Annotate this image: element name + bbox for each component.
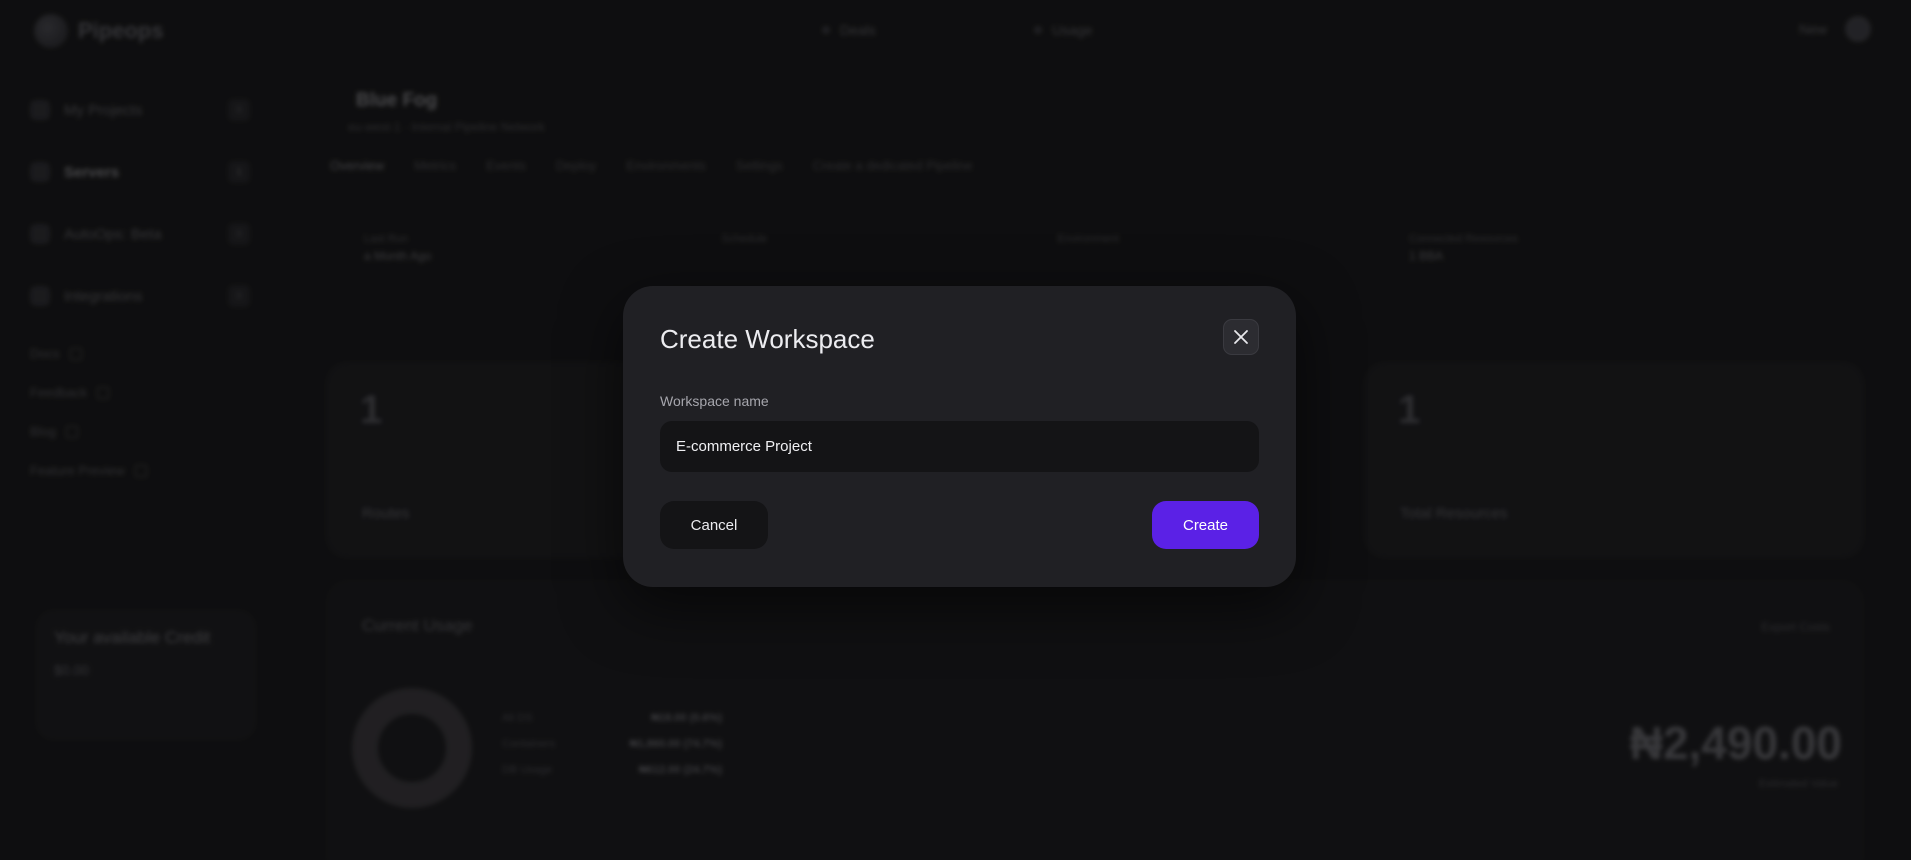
cancel-button[interactable]: Cancel xyxy=(660,501,768,549)
create-workspace-dialog: Create Workspace Workspace name Cancel C… xyxy=(623,286,1296,587)
workspace-name-input[interactable] xyxy=(660,421,1259,472)
close-icon xyxy=(1234,330,1248,344)
create-button[interactable]: Create xyxy=(1152,501,1259,549)
close-button[interactable] xyxy=(1223,319,1259,355)
dialog-title: Create Workspace xyxy=(660,324,875,354)
workspace-name-label: Workspace name xyxy=(660,393,769,409)
